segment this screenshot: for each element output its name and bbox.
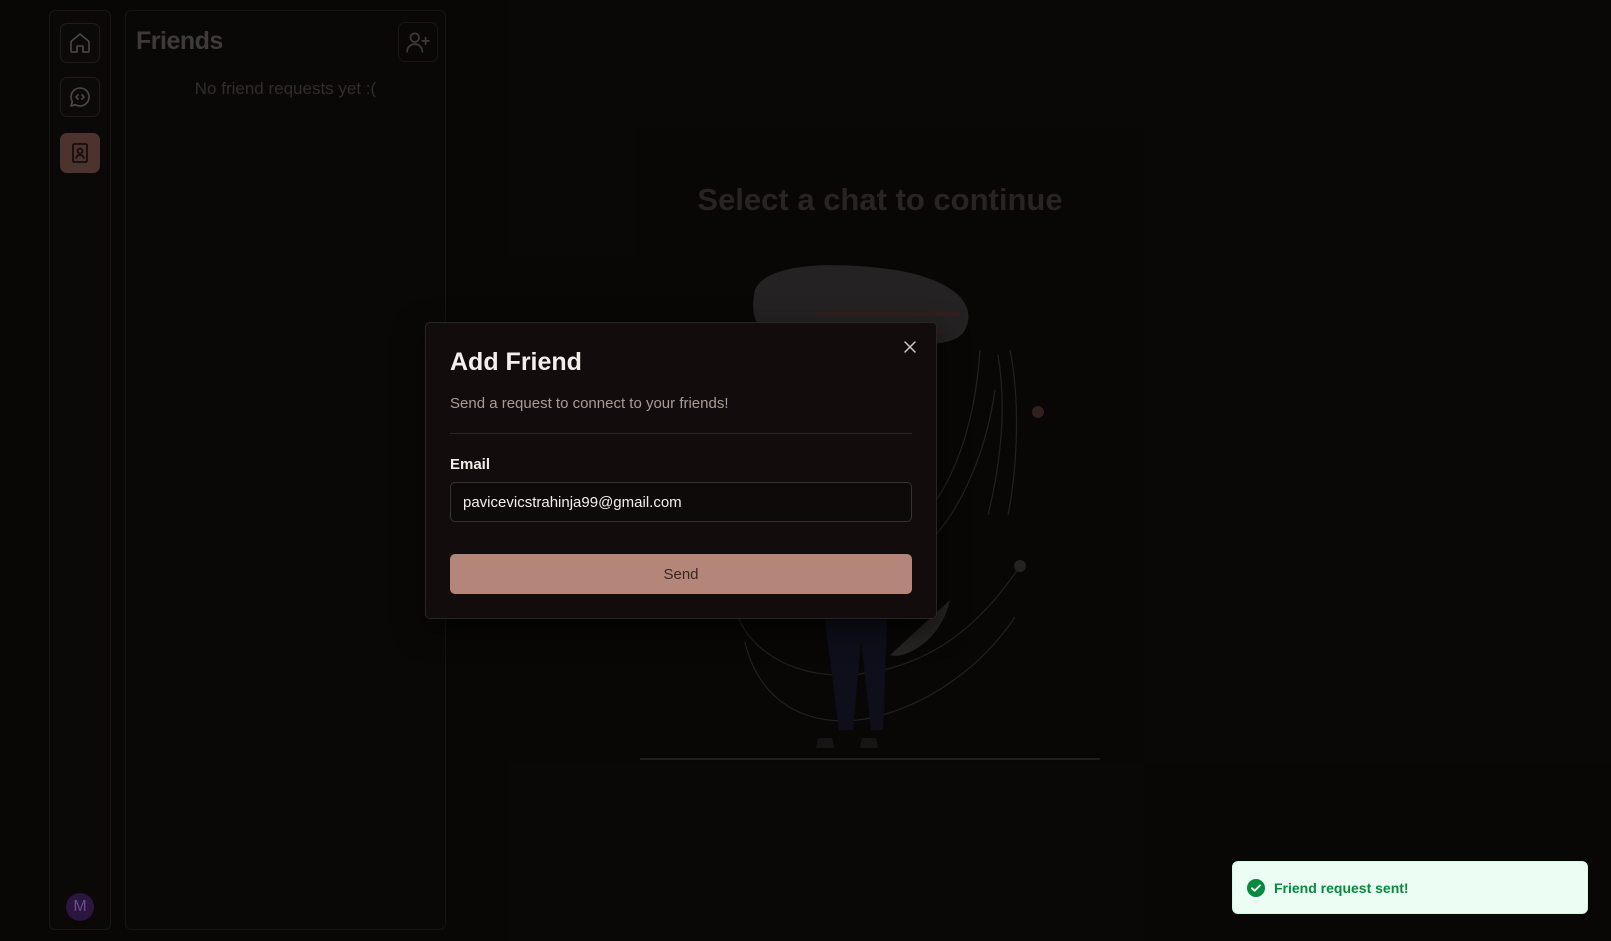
email-label: Email: [450, 456, 491, 473]
add-friend-dialog: Add Friend Send a request to connect to …: [425, 322, 937, 619]
close-button[interactable]: [901, 338, 919, 356]
check-circle-icon: [1247, 878, 1265, 897]
divider: [450, 433, 912, 434]
email-field[interactable]: [450, 482, 912, 522]
dialog-title: Add Friend: [450, 348, 582, 376]
close-icon: [904, 341, 916, 353]
success-toast: Friend request sent!: [1232, 861, 1588, 914]
toast-message: Friend request sent!: [1274, 879, 1409, 896]
send-button[interactable]: Send: [450, 554, 912, 594]
dialog-description: Send a request to connect to your friend…: [450, 395, 729, 412]
